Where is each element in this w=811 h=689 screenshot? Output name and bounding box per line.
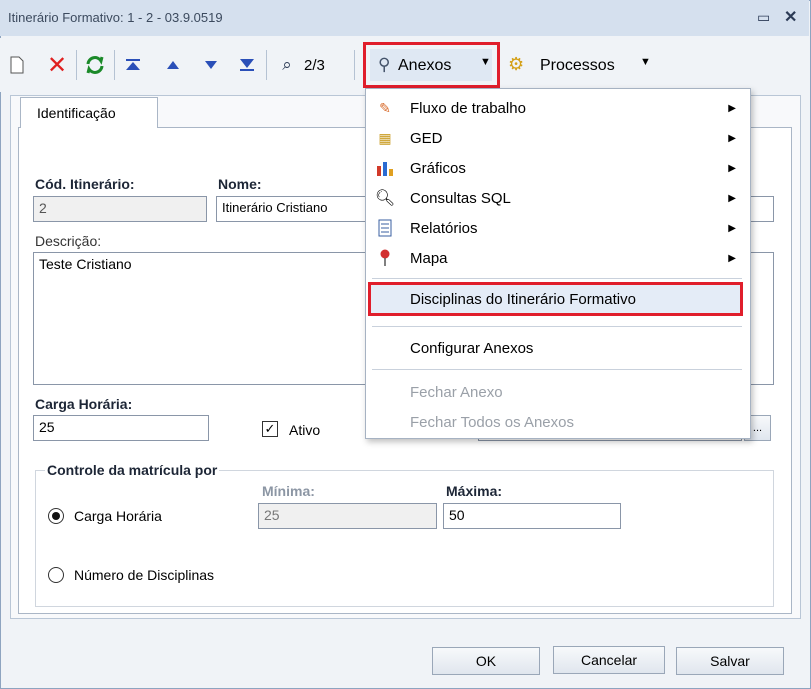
menu-separator — [372, 326, 742, 327]
carga-horaria-field[interactable]: 25 — [33, 415, 209, 441]
menu-item-fluxo-de-trabalho[interactable]: ✎ Fluxo de trabalho ▶ — [366, 93, 748, 123]
restore-icon[interactable]: ▭ — [757, 9, 770, 26]
maxima-field[interactable]: 50 — [443, 503, 621, 529]
ok-button[interactable]: OK — [432, 647, 540, 675]
menu-item-fechar-anexo: Fechar Anexo — [366, 377, 748, 407]
next-record-icon[interactable] — [198, 52, 224, 78]
menu-item-label: Configurar Anexos — [410, 339, 534, 357]
new-document-icon[interactable] — [6, 52, 28, 78]
binoculars-icon[interactable]: ⌕ — [274, 52, 300, 78]
menu-item-label: Relatórios — [410, 219, 478, 237]
menu-separator — [372, 369, 742, 370]
menu-item-label: GED — [410, 129, 443, 147]
menu-item-label: Fechar Todos os Anexos — [410, 413, 574, 431]
ativo-label: Ativo — [289, 422, 321, 438]
cod-itinerario-field[interactable]: 2 — [33, 196, 207, 222]
toolbar-separator — [114, 50, 115, 80]
carga-horaria-radio[interactable] — [48, 508, 64, 524]
menu-item-graficos[interactable]: Gráficos ▶ — [366, 153, 748, 183]
workflow-icon: ✎ — [379, 99, 391, 116]
descricao-label: Descrição: — [35, 233, 102, 249]
toolbar-separator — [354, 50, 355, 80]
anexos-menu: ✎ Fluxo de trabalho ▶ ▦ GED ▶ Gráficos ▶… — [365, 88, 751, 439]
submenu-arrow-icon: ▶ — [728, 222, 736, 234]
minima-field[interactable]: 25 — [258, 503, 437, 529]
cancelar-button[interactable]: Cancelar — [553, 646, 665, 674]
anexos-label: Anexos — [398, 57, 452, 74]
record-position: 2/3 — [304, 57, 325, 74]
menu-item-label: Disciplinas do Itinerário Formativo — [410, 290, 636, 308]
submenu-arrow-icon: ▶ — [728, 162, 736, 174]
first-record-icon[interactable] — [120, 52, 146, 78]
minima-label: Mínima: — [262, 483, 315, 499]
processos-button[interactable]: Processos — [540, 57, 615, 75]
refresh-icon[interactable] — [82, 52, 108, 78]
menu-item-label: Mapa — [410, 249, 448, 267]
carga-horaria-option-label: Carga Horária — [74, 508, 162, 524]
numero-disciplinas-radio[interactable] — [48, 567, 64, 583]
menu-item-configurar-anexos[interactable]: Configurar Anexos — [366, 333, 748, 363]
toolbar-separator — [76, 50, 77, 80]
paperclip-icon: ⚲ — [378, 55, 391, 74]
menu-item-fechar-todos-anexos: Fechar Todos os Anexos — [366, 407, 748, 437]
numero-disciplinas-option-label: Número de Disciplinas — [74, 567, 215, 583]
controle-legend: Controle da matrícula por — [45, 462, 220, 478]
menu-item-label: Fechar Anexo — [410, 383, 503, 401]
submenu-arrow-icon: ▶ — [728, 102, 736, 114]
ativo-checkbox[interactable]: ✓ — [262, 421, 278, 437]
gears-icon: ⚙ — [508, 54, 525, 74]
tab-identificacao-label: Identificação — [37, 105, 116, 121]
anexos-dropdown-icon[interactable]: ▼ — [480, 56, 491, 68]
window-title: Itinerário Formativo: 1 - 2 - 03.9.0519 — [8, 10, 223, 25]
controle-group — [35, 470, 774, 607]
processos-dropdown-icon[interactable]: ▼ — [640, 56, 651, 68]
carga-horaria-label: Carga Horária: — [35, 396, 133, 412]
menu-separator — [372, 278, 742, 279]
last-record-icon[interactable] — [234, 52, 260, 78]
menu-item-label: Consultas SQL — [410, 189, 511, 207]
toolbar-separator — [266, 50, 267, 80]
close-icon[interactable]: ✕ — [784, 7, 797, 27]
salvar-button[interactable]: Salvar — [676, 647, 784, 675]
menu-item-relatorios[interactable]: Relatórios ▶ — [366, 213, 748, 243]
menu-item-label: Gráficos — [410, 159, 466, 177]
menu-item-ged[interactable]: ▦ GED ▶ — [366, 123, 748, 153]
maxima-label: Máxima: — [446, 483, 503, 499]
nome-label: Nome: — [218, 176, 262, 192]
submenu-arrow-icon: ▶ — [728, 192, 736, 204]
ged-icon: ▦ — [378, 129, 392, 146]
sql-query-icon: 🔍︎ — [374, 190, 396, 207]
menu-item-mapa[interactable]: Mapa ▶ — [366, 243, 748, 273]
menu-item-label: Fluxo de trabalho — [410, 99, 526, 117]
cod-itinerario-label: Cód. Itinerário: — [35, 176, 135, 192]
menu-item-disciplinas-itinerario[interactable]: Disciplinas do Itinerário Formativo — [368, 282, 743, 316]
delete-icon[interactable]: ✕ — [44, 52, 70, 79]
map-pin-icon — [374, 247, 396, 269]
previous-record-icon[interactable] — [160, 52, 186, 78]
menu-item-consultas-sql[interactable]: 🔍︎ Consultas SQL ▶ — [366, 183, 748, 213]
report-icon — [374, 217, 396, 239]
bar-chart-icon — [374, 157, 396, 179]
submenu-arrow-icon: ▶ — [728, 252, 736, 264]
submenu-arrow-icon: ▶ — [728, 132, 736, 144]
